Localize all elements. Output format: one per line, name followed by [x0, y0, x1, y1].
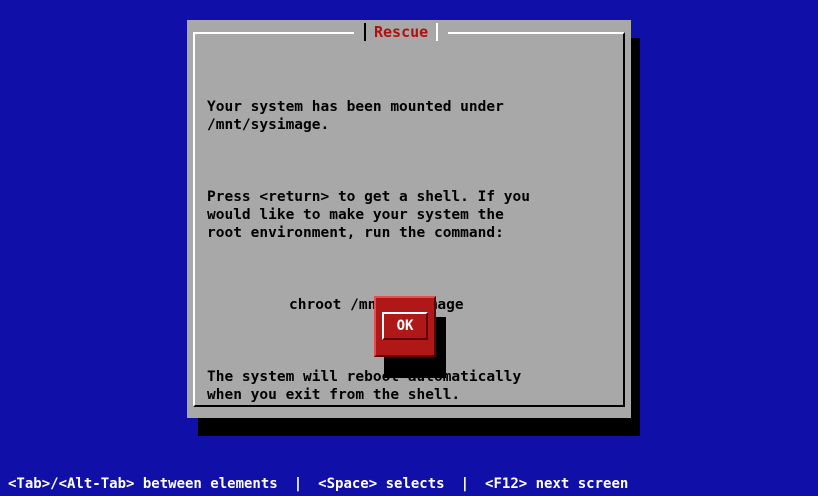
help-space-hint: <Space> selects: [318, 476, 445, 492]
help-tab-hint: <Tab>/<Alt-Tab> between elements: [8, 476, 278, 492]
help-separator-1: |: [293, 476, 303, 492]
mounted-message: Your system has been mounted under /mnt/…: [207, 99, 504, 133]
rescue-dialog: Rescue Your system has been mounted unde…: [187, 20, 631, 418]
dialog-title-bar: Rescue: [354, 20, 449, 44]
help-line: <Tab>/<Alt-Tab> between elements | <Spac…: [0, 472, 818, 496]
ok-button[interactable]: OK: [374, 296, 436, 357]
ok-button-focus-frame: OK: [382, 312, 428, 340]
dialog-body: Your system has been mounted under /mnt/…: [207, 62, 607, 458]
shell-instructions: Press <return> to get a shell. If you wo…: [207, 189, 531, 241]
title-right-tick: [436, 23, 439, 41]
ok-button-label: OK: [396, 318, 414, 334]
dialog-title: Rescue: [374, 23, 429, 41]
help-separator-2: |: [460, 476, 470, 492]
help-f12-hint: <F12> next screen: [485, 476, 629, 492]
